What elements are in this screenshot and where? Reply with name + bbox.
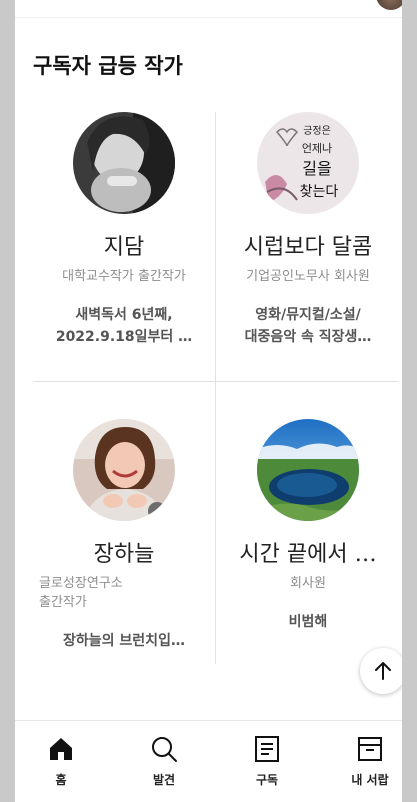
author-grid: 지담 대학교수작가 출간작가 새벽독서 6년째, 2022.9.18일부터 … … <box>33 112 399 664</box>
author-card[interactable]: 긍정은 언제나 길을 찾는다 시럽보다 달콤 기업공인노무사 회사원 영화/뮤지… <box>217 112 399 348</box>
profile-avatar[interactable] <box>376 0 402 10</box>
author-description: 새벽독서 6년째, 2022.9.18일부터 … <box>33 304 215 348</box>
author-name[interactable]: 지담 <box>33 229 215 261</box>
author-job-line: 출간작가 <box>39 595 87 610</box>
svg-text:언제나: 언제나 <box>302 142 332 155</box>
author-description-line: 2022.9.18일부터 … <box>55 329 193 345</box>
author-job: 회사원 <box>290 576 326 591</box>
app-screen: 구독자 급등 작가 지담 대학교수작가 출간작가 새벽독서 6년째, 2022.… <box>15 0 402 802</box>
bottom-tab-bar: 홈 발견 구독 내 서랍 <box>15 720 402 802</box>
author-name[interactable]: 시럽보다 달콤 <box>217 229 399 261</box>
home-icon <box>50 738 72 760</box>
author-description-line: 영화/뮤지컬/소설/ <box>255 307 361 323</box>
tab-label: 내 서랍 <box>351 773 389 787</box>
subscribe-icon <box>255 736 279 762</box>
svg-text:길을: 길을 <box>302 159 331 178</box>
tab-subscribe[interactable]: 구독 <box>232 735 302 788</box>
author-description-line: 대중음악 속 직장생… <box>244 329 372 345</box>
top-bar <box>15 0 402 18</box>
author-description: 장하늘의 브런치입… <box>33 630 215 652</box>
tab-label: 발견 <box>152 773 176 787</box>
tab-label: 구독 <box>255 773 279 787</box>
search-icon <box>152 737 177 762</box>
author-job: 기업공인노무사 회사원 <box>246 269 370 284</box>
drawer-icon <box>358 737 382 761</box>
author-avatar[interactable]: 긍정은 언제나 길을 찾는다 <box>257 112 359 214</box>
author-description-line: 장하늘의 브런치입… <box>63 633 185 649</box>
section-title: 구독자 급등 작가 <box>33 54 183 78</box>
grid-divider-horizontal <box>33 381 399 382</box>
author-card[interactable]: 장하늘 글로성장연구소 출간작가 장하늘의 브런치입… <box>33 419 215 652</box>
tab-label: 홈 <box>55 773 67 787</box>
author-name[interactable]: 장하늘 <box>33 536 215 568</box>
arrow-up-icon <box>375 662 391 680</box>
author-description-line: 비범해 <box>288 614 328 630</box>
author-job-line: 글로성장연구소 <box>39 576 123 591</box>
svg-text:긍정은: 긍정은 <box>303 125 331 137</box>
author-name[interactable]: 시간 끝에서 … <box>217 536 399 568</box>
tab-drawer[interactable]: 내 서랍 <box>335 735 402 788</box>
tab-home[interactable]: 홈 <box>26 735 96 788</box>
author-avatar[interactable] <box>73 419 175 521</box>
author-card[interactable]: 시간 끝에서 … 회사원 비범해 <box>217 419 399 633</box>
author-avatar[interactable] <box>257 419 359 521</box>
author-job: 글로성장연구소 출간작가 <box>33 574 215 612</box>
author-description: 비범해 <box>217 611 399 633</box>
scroll-to-top-button[interactable] <box>360 648 402 694</box>
tab-discover[interactable]: 발견 <box>129 735 199 788</box>
author-job: 대학교수작가 출간작가 <box>62 269 186 284</box>
author-card[interactable]: 지담 대학교수작가 출간작가 새벽독서 6년째, 2022.9.18일부터 … <box>33 112 215 348</box>
author-avatar[interactable] <box>73 112 175 214</box>
svg-text:찾는다: 찾는다 <box>300 184 339 200</box>
author-description: 영화/뮤지컬/소설/ 대중음악 속 직장생… <box>217 304 399 348</box>
author-description-line: 새벽독서 6년째, <box>75 307 173 323</box>
grid-divider-vertical <box>215 112 216 664</box>
